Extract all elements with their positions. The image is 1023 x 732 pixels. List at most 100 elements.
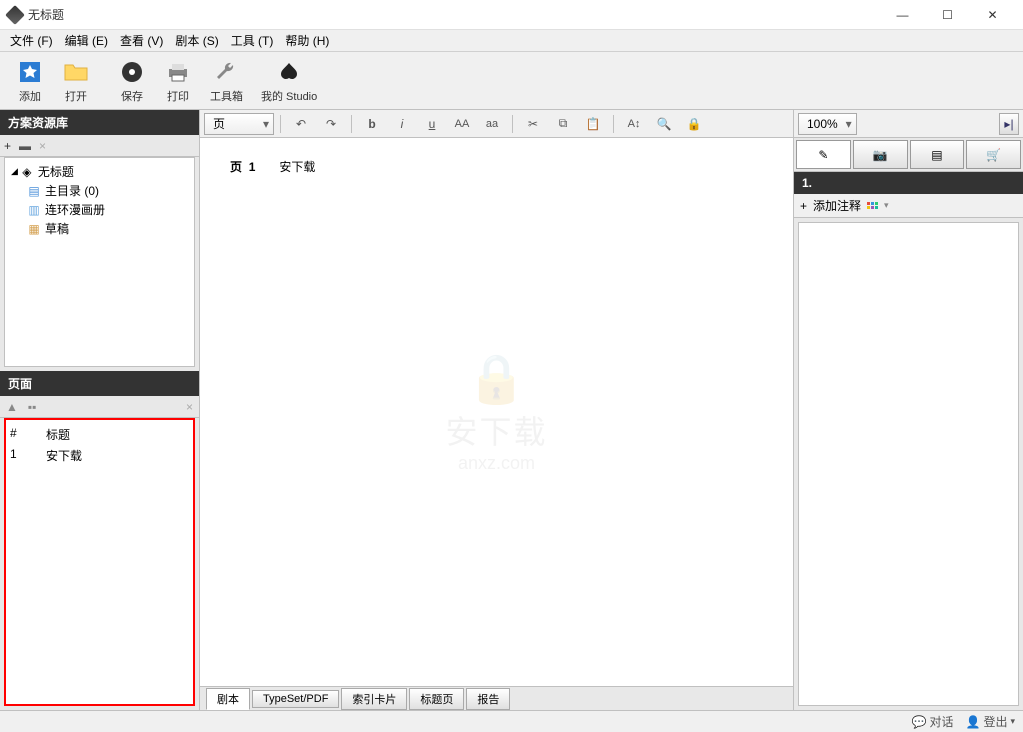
- annotation-bar: + 添加注释 ▾: [794, 194, 1023, 218]
- resource-tree: ◢ ◈ 无标题 ▤ 主目录 (0) ▥ 连环漫画册 ▦ 草稿: [4, 157, 195, 367]
- paste-button[interactable]: 📋: [579, 113, 607, 135]
- pages-section: 页面 ▲ ▪▪ × # 标题 1 安下载: [0, 371, 199, 710]
- notes-icon: ▤: [931, 148, 942, 162]
- menu-edit[interactable]: 编辑 (E): [59, 30, 114, 51]
- close-button[interactable]: ✕: [970, 1, 1015, 29]
- plus-icon[interactable]: +: [4, 139, 11, 153]
- redo-button[interactable]: ↷: [317, 113, 345, 135]
- page-label: 页: [230, 160, 242, 174]
- cart-icon: 🛒: [986, 148, 1001, 162]
- folder-icon: [62, 58, 90, 86]
- status-logout[interactable]: 👤 登出 ▾: [966, 713, 1016, 730]
- tree-comic-album[interactable]: ▥ 连环漫画册: [9, 200, 190, 219]
- menu-file[interactable]: 文件 (F): [4, 30, 59, 51]
- list-item[interactable]: 1 安下载: [10, 445, 189, 466]
- collapse-icon: ◢: [11, 166, 18, 177]
- add-annotation-icon[interactable]: +: [800, 199, 807, 213]
- studio-button[interactable]: 我的 Studio: [253, 56, 325, 106]
- page-number: 1: [249, 160, 256, 174]
- add-annotation-label[interactable]: 添加注释: [813, 197, 861, 214]
- sort-up-icon[interactable]: ▲: [6, 400, 18, 414]
- tab-script[interactable]: 剧本: [206, 688, 250, 710]
- zoom-select[interactable]: 100%: [798, 113, 857, 135]
- main-toolbar: 添加 打开 保存 打印 工具箱 我的 Studio: [0, 52, 1023, 110]
- tab-typeset[interactable]: TypeSet/PDF: [252, 690, 339, 708]
- pages-toolbar: ▲ ▪▪ ×: [0, 396, 199, 418]
- status-chat[interactable]: 💬 对话: [912, 713, 954, 730]
- mode-pen[interactable]: ✎: [796, 140, 851, 169]
- font-button[interactable]: A↕: [620, 113, 648, 135]
- mode-cart[interactable]: 🛒: [966, 140, 1021, 169]
- row-num: 1: [10, 447, 46, 464]
- titlebar: 无标题 — ☐ ✕: [0, 0, 1023, 30]
- tab-title-page[interactable]: 标题页: [409, 688, 464, 710]
- minimize-button[interactable]: —: [880, 1, 925, 29]
- maximize-button[interactable]: ☐: [925, 1, 970, 29]
- undo-button[interactable]: ↶: [287, 113, 315, 135]
- right-panel: 100% ▸| ✎ 📷 ▤ 🛒 1. + 添加注释 ▾: [793, 110, 1023, 710]
- statusbar: 💬 对话 👤 登出 ▾: [0, 710, 1023, 732]
- menu-view[interactable]: 查看 (V): [114, 30, 169, 51]
- tab-report[interactable]: 报告: [466, 688, 510, 710]
- pages-header: 页面: [0, 371, 199, 396]
- search-button[interactable]: 🔍: [650, 113, 678, 135]
- folder-small-icon[interactable]: ▬: [19, 139, 31, 153]
- open-button[interactable]: 打开: [54, 56, 98, 106]
- tree-comic-album-label: 连环漫画册: [45, 201, 105, 218]
- panel-close-icon[interactable]: ×: [186, 400, 193, 414]
- toolbox-label: 工具箱: [210, 88, 243, 104]
- add-button[interactable]: 添加: [8, 56, 52, 106]
- close-small-icon[interactable]: ×: [39, 139, 46, 153]
- editor[interactable]: 页 1 安下载 🔒 安下载 anxz.com: [200, 138, 793, 686]
- save-button[interactable]: 保存: [110, 56, 154, 106]
- underline-button[interactable]: u: [418, 113, 446, 135]
- uppercase-button[interactable]: AA: [448, 113, 476, 135]
- bold-button[interactable]: b: [358, 113, 386, 135]
- format-toolbar: 页 ↶ ↷ b i u AA aa ✂ ⧉ 📋 A↕ 🔍 🔒: [200, 110, 793, 138]
- main-area: 方案资源库 + ▬ × ◢ ◈ 无标题 ▤ 主目录 (0) ▥ 连环漫画册: [0, 110, 1023, 710]
- chat-icon: 💬: [912, 715, 927, 729]
- tab-index-cards[interactable]: 索引卡片: [341, 688, 407, 710]
- draft-icon: ▦: [27, 222, 41, 236]
- star-icon: [16, 58, 44, 86]
- color-grid-icon[interactable]: [867, 202, 878, 209]
- user-icon: 👤: [966, 715, 981, 729]
- mode-camera[interactable]: 📷: [853, 140, 908, 169]
- row-title: 安下载: [46, 447, 189, 464]
- pages-list-header: # 标题: [10, 424, 189, 445]
- watermark-logo-icon: 🔒: [445, 350, 547, 407]
- menu-help[interactable]: 帮助 (H): [279, 30, 335, 51]
- doc-icon: ▤: [27, 184, 41, 198]
- copy-button[interactable]: ⧉: [549, 113, 577, 135]
- lowercase-button[interactable]: aa: [478, 113, 506, 135]
- camera-icon: 📷: [873, 148, 888, 162]
- pages-list: # 标题 1 安下载: [4, 418, 195, 706]
- studio-label: 我的 Studio: [261, 88, 317, 104]
- print-button[interactable]: 打印: [156, 56, 200, 106]
- tree-root[interactable]: ◢ ◈ 无标题: [9, 162, 190, 181]
- annotation-area[interactable]: [798, 222, 1019, 706]
- menubar: 文件 (F) 编辑 (E) 查看 (V) 剧本 (S) 工具 (T) 帮助 (H…: [0, 30, 1023, 52]
- chevron-down-icon: ▾: [1010, 716, 1015, 727]
- resource-header: 方案资源库: [0, 110, 199, 135]
- style-select[interactable]: 页: [204, 113, 274, 135]
- right-top-bar: 100% ▸|: [794, 110, 1023, 138]
- wrench-icon: [213, 58, 241, 86]
- mode-notes[interactable]: ▤: [910, 140, 965, 169]
- watermark: 🔒 安下载 anxz.com: [445, 350, 547, 474]
- print-label: 打印: [167, 88, 189, 104]
- dropdown-icon[interactable]: ▾: [884, 200, 889, 211]
- cut-button[interactable]: ✂: [519, 113, 547, 135]
- tree-draft[interactable]: ▦ 草稿: [9, 219, 190, 238]
- tree-draft-label: 草稿: [45, 220, 69, 237]
- sort-copy-icon[interactable]: ▪▪: [28, 400, 37, 414]
- expand-button[interactable]: ▸|: [999, 113, 1019, 135]
- watermark-url: anxz.com: [445, 453, 547, 474]
- menu-script[interactable]: 剧本 (S): [169, 30, 224, 51]
- tree-main-catalog[interactable]: ▤ 主目录 (0): [9, 181, 190, 200]
- toolbox-button[interactable]: 工具箱: [202, 56, 251, 106]
- spade-icon: [275, 58, 303, 86]
- lock-button[interactable]: 🔒: [680, 113, 708, 135]
- italic-button[interactable]: i: [388, 113, 416, 135]
- menu-tools[interactable]: 工具 (T): [225, 30, 280, 51]
